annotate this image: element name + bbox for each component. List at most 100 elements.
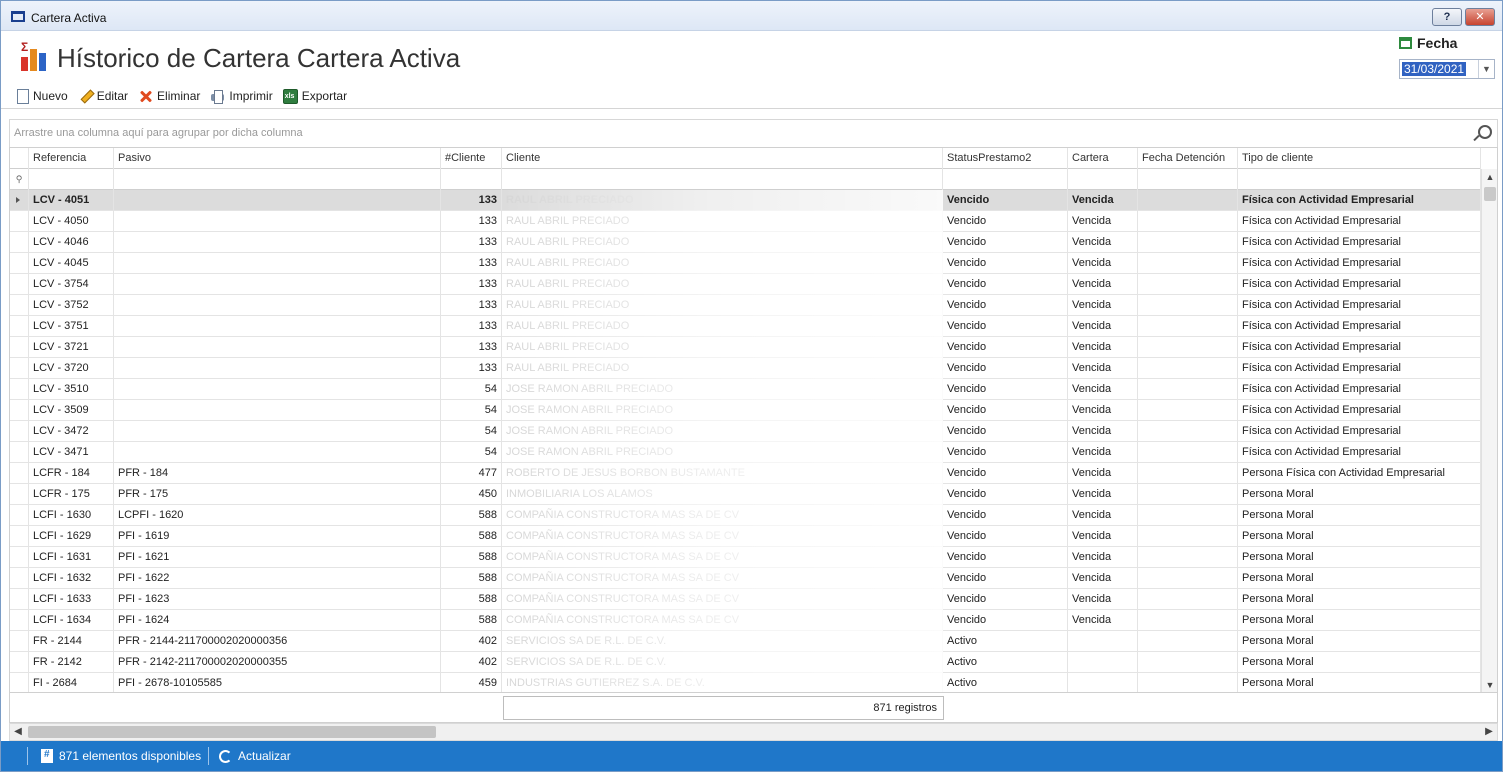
chevron-down-icon[interactable]: ▼ bbox=[1478, 60, 1494, 78]
cell-pasivo[interactable] bbox=[114, 421, 441, 442]
cell-cliente[interactable]: INMOBILIARIA LOS ALAMOS bbox=[502, 484, 943, 505]
table-row[interactable]: FR - 2144 PFR - 2144-211700002020000356 40… bbox=[10, 631, 1481, 652]
row-indicator[interactable] bbox=[10, 337, 29, 358]
cell-num-cliente[interactable]: 54 bbox=[441, 379, 502, 400]
cell-fecha-detencion[interactable] bbox=[1138, 295, 1238, 316]
search-icon[interactable] bbox=[1473, 124, 1492, 142]
cell-fecha-detencion[interactable] bbox=[1138, 274, 1238, 295]
scroll-thumb[interactable] bbox=[1484, 187, 1496, 201]
cell-tipo-cliente[interactable]: Física con Actividad Empresarial bbox=[1238, 295, 1481, 316]
cell-num-cliente[interactable]: 133 bbox=[441, 316, 502, 337]
row-indicator[interactable] bbox=[10, 652, 29, 673]
cell-referencia[interactable]: LCFI - 1630 bbox=[29, 505, 114, 526]
cell-cartera[interactable]: Vencida bbox=[1068, 421, 1138, 442]
cell-tipo-cliente[interactable]: Persona Moral bbox=[1238, 631, 1481, 652]
cell-referencia[interactable]: LCV - 3720 bbox=[29, 358, 114, 379]
cell-pasivo[interactable] bbox=[114, 232, 441, 253]
cell-fecha-detencion[interactable] bbox=[1138, 463, 1238, 484]
cell-cliente[interactable]: RAUL ABRIL PRECIADO bbox=[502, 337, 943, 358]
hscroll-thumb[interactable] bbox=[28, 726, 436, 738]
column-header-pasivo[interactable]: Pasivo bbox=[114, 148, 441, 169]
cell-fecha-detencion[interactable] bbox=[1138, 190, 1238, 211]
column-header-status[interactable]: StatusPrestamo2 bbox=[943, 148, 1068, 169]
cell-pasivo[interactable] bbox=[114, 190, 441, 211]
cell-cliente[interactable]: RAUL ABRIL PRECIADO bbox=[502, 211, 943, 232]
cell-cliente[interactable]: RAUL ABRIL PRECIADO bbox=[502, 190, 943, 211]
cell-cartera[interactable] bbox=[1068, 673, 1138, 692]
row-indicator[interactable] bbox=[10, 505, 29, 526]
scroll-down-icon[interactable]: ▼ bbox=[1482, 677, 1497, 692]
cell-pasivo[interactable]: PFI - 1622 bbox=[114, 568, 441, 589]
row-indicator[interactable] bbox=[10, 526, 29, 547]
cell-num-cliente[interactable]: 133 bbox=[441, 253, 502, 274]
cell-tipo-cliente[interactable]: Física con Actividad Empresarial bbox=[1238, 442, 1481, 463]
cell-tipo-cliente[interactable]: Persona Moral bbox=[1238, 505, 1481, 526]
cell-tipo-cliente[interactable]: Física con Actividad Empresarial bbox=[1238, 253, 1481, 274]
cell-fecha-detencion[interactable] bbox=[1138, 505, 1238, 526]
cell-referencia[interactable]: FR - 2144 bbox=[29, 631, 114, 652]
cell-referencia[interactable]: LCV - 4051 bbox=[29, 190, 114, 211]
cell-cliente[interactable]: RAUL ABRIL PRECIADO bbox=[502, 316, 943, 337]
row-indicator[interactable] bbox=[10, 379, 29, 400]
table-row[interactable]: LCV - 3471 54 JOSE RAMON ABRIL PRECIADO Ven… bbox=[10, 442, 1481, 463]
cell-num-cliente[interactable]: 459 bbox=[441, 673, 502, 692]
cell-status[interactable]: Vencido bbox=[943, 400, 1068, 421]
date-value[interactable]: 31/03/2021 bbox=[1402, 62, 1467, 76]
cell-status[interactable]: Vencido bbox=[943, 463, 1068, 484]
cell-pasivo[interactable] bbox=[114, 400, 441, 421]
cell-cliente[interactable]: SERVICIOS SA DE R.L. DE C.V. bbox=[502, 652, 943, 673]
cell-num-cliente[interactable]: 450 bbox=[441, 484, 502, 505]
cell-pasivo[interactable] bbox=[114, 379, 441, 400]
cell-fecha-detencion[interactable] bbox=[1138, 631, 1238, 652]
cell-referencia[interactable]: LCFI - 1631 bbox=[29, 547, 114, 568]
cell-cliente[interactable]: RAUL ABRIL PRECIADO bbox=[502, 358, 943, 379]
cell-referencia[interactable]: LCV - 3721 bbox=[29, 337, 114, 358]
cell-num-cliente[interactable]: 588 bbox=[441, 568, 502, 589]
cell-num-cliente[interactable]: 133 bbox=[441, 211, 502, 232]
cell-cartera[interactable]: Vencida bbox=[1068, 337, 1138, 358]
table-row[interactable]: FI - 2684 PFI - 2678-10105585 459 INDUSTRIA… bbox=[10, 673, 1481, 692]
cell-pasivo[interactable] bbox=[114, 274, 441, 295]
edit-button[interactable]: Editar bbox=[78, 87, 128, 105]
cell-status[interactable]: Vencido bbox=[943, 211, 1068, 232]
cell-tipo-cliente[interactable]: Física con Actividad Empresarial bbox=[1238, 358, 1481, 379]
table-row[interactable]: LCFI - 1630 LCPFI - 1620 588 COMPAÑIA CONST… bbox=[10, 505, 1481, 526]
cell-tipo-cliente[interactable]: Persona Moral bbox=[1238, 673, 1481, 692]
cell-pasivo[interactable] bbox=[114, 295, 441, 316]
table-row[interactable]: LCV - 3721 133 RAUL ABRIL PRECIADO Vencido V… bbox=[10, 337, 1481, 358]
row-indicator[interactable] bbox=[10, 463, 29, 484]
cell-pasivo[interactable] bbox=[114, 442, 441, 463]
row-indicator[interactable] bbox=[10, 442, 29, 463]
cell-cartera[interactable]: Vencida bbox=[1068, 484, 1138, 505]
cell-cliente[interactable]: RAUL ABRIL PRECIADO bbox=[502, 274, 943, 295]
column-header-fecha-detencion[interactable]: Fecha Detención bbox=[1138, 148, 1238, 169]
table-row[interactable]: LCFI - 1629 PFI - 1619 588 COMPAÑIA CONSTRU… bbox=[10, 526, 1481, 547]
cell-cartera[interactable]: Vencida bbox=[1068, 190, 1138, 211]
cell-cartera[interactable]: Vencida bbox=[1068, 295, 1138, 316]
filter-cell[interactable] bbox=[1068, 169, 1138, 190]
cell-tipo-cliente[interactable]: Persona Moral bbox=[1238, 526, 1481, 547]
scroll-up-icon[interactable]: ▲ bbox=[1482, 169, 1497, 185]
cell-status[interactable]: Vencido bbox=[943, 337, 1068, 358]
horizontal-scrollbar[interactable]: ◀ ▶ bbox=[9, 723, 1498, 741]
cell-fecha-detencion[interactable] bbox=[1138, 421, 1238, 442]
cell-cartera[interactable]: Vencida bbox=[1068, 589, 1138, 610]
cell-status[interactable]: Vencido bbox=[943, 421, 1068, 442]
cell-status[interactable]: Vencido bbox=[943, 505, 1068, 526]
data-grid[interactable]: Referencia Pasivo #Cliente Cliente Statu… bbox=[9, 147, 1498, 693]
delete-button[interactable]: Eliminar bbox=[138, 87, 200, 105]
table-row[interactable]: LCV - 4045 133 RAUL ABRIL PRECIADO Vencido V… bbox=[10, 253, 1481, 274]
cell-status[interactable]: Vencido bbox=[943, 442, 1068, 463]
table-row[interactable]: LCV - 4050 133 RAUL ABRIL PRECIADO Vencido V… bbox=[10, 211, 1481, 232]
cell-num-cliente[interactable]: 402 bbox=[441, 631, 502, 652]
export-button[interactable]: Exportar bbox=[282, 87, 347, 105]
cell-fecha-detencion[interactable] bbox=[1138, 610, 1238, 631]
table-row[interactable]: LCV - 3720 133 RAUL ABRIL PRECIADO Vencido V… bbox=[10, 358, 1481, 379]
help-button[interactable]: ? bbox=[1432, 8, 1462, 26]
cell-pasivo[interactable] bbox=[114, 358, 441, 379]
cell-cliente[interactable]: JOSE RAMON ABRIL PRECIADO bbox=[502, 400, 943, 421]
cell-cliente[interactable]: INDUSTRIAS GUTIERREZ S.A. DE C.V. bbox=[502, 673, 943, 692]
table-row[interactable]: LCFR - 175 PFR - 175 450 INMOBILIARIA LOS A… bbox=[10, 484, 1481, 505]
cell-cliente[interactable]: COMPAÑIA CONSTRUCTORA MAS SA DE CV bbox=[502, 505, 943, 526]
cell-status[interactable]: Vencido bbox=[943, 526, 1068, 547]
